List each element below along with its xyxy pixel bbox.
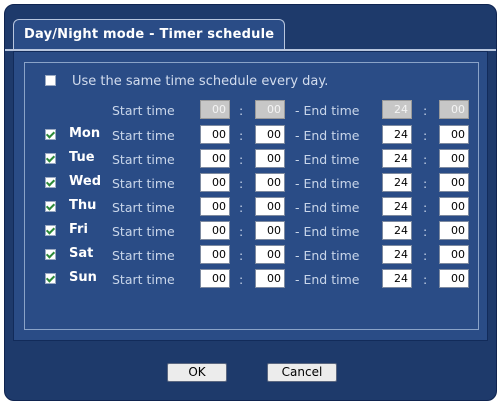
- start-hour-field[interactable]: 00: [200, 197, 230, 216]
- time-separator: :: [239, 248, 244, 263]
- time-separator: :: [423, 152, 428, 167]
- end-minute-field[interactable]: 00: [439, 221, 469, 240]
- schedule-panel: Use the same time schedule every day. St…: [13, 51, 488, 341]
- start-time-label: Start time: [112, 103, 175, 118]
- end-minute-field[interactable]: 00: [439, 125, 469, 144]
- end-hour-field[interactable]: 24: [382, 269, 412, 288]
- start-minute-field[interactable]: 00: [255, 245, 285, 264]
- same-schedule-checkbox[interactable]: [45, 75, 56, 86]
- time-separator: :: [239, 152, 244, 167]
- common-end-hour-field[interactable]: 24: [382, 100, 412, 119]
- end-time-label: - End time: [295, 152, 360, 167]
- time-separator: :: [239, 200, 244, 215]
- day-row: Thu Start time 00:00- End time 24:00: [25, 195, 480, 219]
- time-separator: :: [423, 272, 428, 287]
- time-separator: :: [423, 103, 428, 118]
- time-separator: :: [423, 176, 428, 191]
- start-hour-field[interactable]: 00: [200, 269, 230, 288]
- day-checkbox[interactable]: [45, 273, 56, 284]
- day-row: Mon Start time 00:00- End time 24:00: [25, 123, 480, 147]
- ok-button[interactable]: OK: [167, 363, 227, 382]
- time-separator: :: [239, 224, 244, 239]
- start-minute-field[interactable]: 00: [255, 269, 285, 288]
- day-name: Wed: [69, 174, 101, 189]
- end-time-label: - End time: [295, 272, 360, 287]
- end-hour-field[interactable]: 24: [382, 221, 412, 240]
- start-minute-field[interactable]: 00: [255, 125, 285, 144]
- end-hour-field[interactable]: 24: [382, 197, 412, 216]
- start-time-label: Start time: [112, 200, 175, 215]
- time-separator: :: [239, 272, 244, 287]
- day-checkbox[interactable]: [45, 153, 56, 164]
- time-separator: :: [423, 128, 428, 143]
- same-schedule-label: Use the same time schedule every day.: [72, 74, 329, 89]
- timer-schedule-dialog: Day/Night mode - Timer schedule Use the …: [4, 4, 497, 401]
- day-checkbox[interactable]: [45, 129, 56, 140]
- day-name: Tue: [69, 150, 95, 165]
- cancel-button[interactable]: Cancel: [267, 363, 337, 382]
- day-name: Sat: [69, 246, 94, 261]
- time-separator: :: [423, 200, 428, 215]
- day-row: Sun Start time 00:00- End time 24:00: [25, 267, 480, 291]
- end-minute-field[interactable]: 00: [439, 269, 469, 288]
- start-minute-field[interactable]: 00: [255, 149, 285, 168]
- day-row: Wed Start time 00:00- End time 24:00: [25, 171, 480, 195]
- start-time-label: Start time: [112, 224, 175, 239]
- same-schedule-row: Use the same time schedule every day.: [25, 69, 480, 93]
- start-time-label: Start time: [112, 272, 175, 287]
- common-time-row: Start time 00 : 00 - End time 24 : 00: [25, 98, 480, 122]
- time-separator: :: [423, 224, 428, 239]
- day-name: Fri: [69, 222, 88, 237]
- time-separator: :: [239, 103, 244, 118]
- end-time-label: - End time: [295, 176, 360, 191]
- end-minute-field[interactable]: 00: [439, 197, 469, 216]
- day-row: Tue Start time 00:00- End time 24:00: [25, 147, 480, 171]
- start-minute-field[interactable]: 00: [255, 221, 285, 240]
- common-start-hour-field[interactable]: 00: [200, 100, 230, 119]
- start-time-label: Start time: [112, 248, 175, 263]
- start-time-label: Start time: [112, 152, 175, 167]
- day-name: Mon: [69, 126, 101, 141]
- end-time-label: - End time: [295, 200, 360, 215]
- end-minute-field[interactable]: 00: [439, 173, 469, 192]
- common-start-minute-field[interactable]: 00: [255, 100, 285, 119]
- time-separator: :: [239, 128, 244, 143]
- day-checkbox[interactable]: [45, 201, 56, 212]
- day-name: Sun: [69, 270, 97, 285]
- end-hour-field[interactable]: 24: [382, 245, 412, 264]
- end-hour-field[interactable]: 24: [382, 125, 412, 144]
- day-row: Fri Start time 00:00- End time 24:00: [25, 219, 480, 243]
- start-minute-field[interactable]: 00: [255, 173, 285, 192]
- end-minute-field[interactable]: 00: [439, 149, 469, 168]
- time-separator: :: [239, 176, 244, 191]
- end-minute-field[interactable]: 00: [439, 245, 469, 264]
- time-separator: :: [423, 248, 428, 263]
- start-hour-field[interactable]: 00: [200, 221, 230, 240]
- start-hour-field[interactable]: 00: [200, 125, 230, 144]
- end-hour-field[interactable]: 24: [382, 173, 412, 192]
- day-checkbox[interactable]: [45, 249, 56, 260]
- schedule-frame: Use the same time schedule every day. St…: [24, 62, 479, 330]
- start-time-label: Start time: [112, 128, 175, 143]
- day-row: Sat Start time 00:00- End time 24:00: [25, 243, 480, 267]
- start-hour-field[interactable]: 00: [200, 173, 230, 192]
- day-name: Thu: [69, 198, 97, 213]
- end-time-label: - End time: [295, 224, 360, 239]
- end-time-label: - End time: [295, 128, 360, 143]
- day-checkbox[interactable]: [45, 225, 56, 236]
- day-checkbox[interactable]: [45, 177, 56, 188]
- end-time-label: - End time: [295, 248, 360, 263]
- tab-timer-schedule[interactable]: Day/Night mode - Timer schedule: [13, 19, 286, 50]
- start-time-label: Start time: [112, 176, 175, 191]
- common-end-minute-field[interactable]: 00: [439, 100, 469, 119]
- start-hour-field[interactable]: 00: [200, 149, 230, 168]
- start-minute-field[interactable]: 00: [255, 197, 285, 216]
- start-hour-field[interactable]: 00: [200, 245, 230, 264]
- end-hour-field[interactable]: 24: [382, 149, 412, 168]
- end-time-label: - End time: [295, 103, 360, 118]
